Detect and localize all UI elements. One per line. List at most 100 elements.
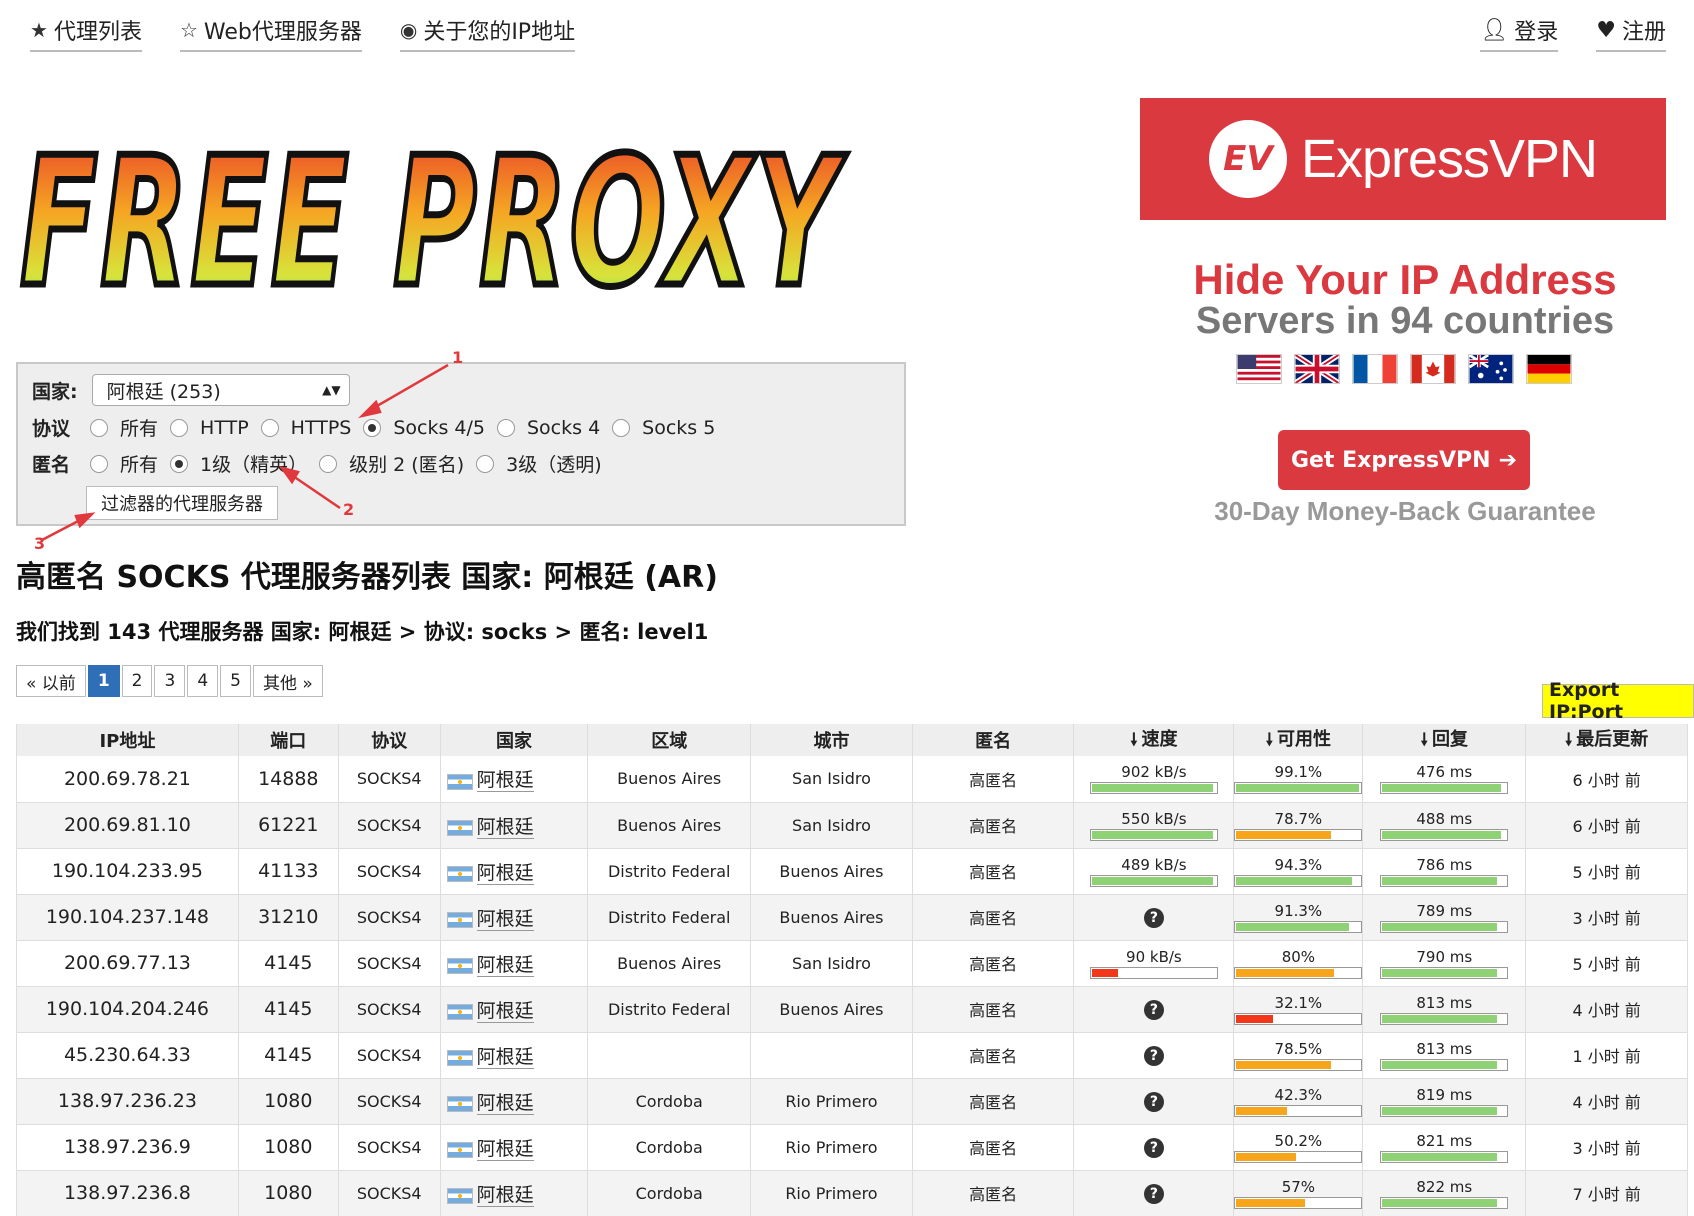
resp-bar xyxy=(1380,1012,1509,1025)
cell-ip[interactable]: 190.104.237.148 xyxy=(16,894,239,941)
cell-country: 阿根廷 xyxy=(439,894,589,941)
protocol-radio-https[interactable] xyxy=(260,418,279,437)
col-city[interactable]: 城市 xyxy=(750,724,913,756)
resp-value: 813 ms xyxy=(1416,993,1473,1012)
protocol-row: 协议 所有 HTTP HTTPS Socks 4/5 Socks 4 Socks… xyxy=(32,414,715,441)
col-last-update-label: 最后更新 xyxy=(1576,728,1649,750)
resp-value: 488 ms xyxy=(1416,809,1473,828)
col-uptime[interactable]: 🠗 可用性 xyxy=(1233,724,1364,756)
cell-ip[interactable]: 138.97.236.8 xyxy=(16,1170,239,1216)
nav-proxy-list[interactable]: ★ 代理列表 xyxy=(30,14,142,52)
cell-port[interactable]: 41133 xyxy=(237,848,339,895)
country-link[interactable]: 阿根廷 xyxy=(476,1137,534,1161)
cell-city: San Isidro xyxy=(750,802,913,849)
cell-ip[interactable]: 45.230.64.33 xyxy=(16,1032,239,1079)
speed-meter: 902 kB/s xyxy=(1074,763,1233,795)
country-link[interactable]: 阿根廷 xyxy=(476,769,534,793)
cell-country: 阿根廷 xyxy=(439,756,589,803)
cell-port[interactable]: 4145 xyxy=(237,986,339,1033)
expressvpn-ad[interactable]: EV ExpressVPN Hide Your IP Address Serve… xyxy=(1100,92,1666,532)
cell-ip[interactable]: 200.69.81.10 xyxy=(16,802,239,849)
uptime-meter: 80% xyxy=(1234,948,1363,979)
cell-ip[interactable]: 200.69.78.21 xyxy=(16,756,239,803)
col-last-update[interactable]: 🠗 最后更新 xyxy=(1525,724,1688,756)
cell-protocol: SOCKS4 xyxy=(337,1032,441,1079)
argentina-flag-icon xyxy=(446,1004,473,1020)
col-port[interactable]: 端口 xyxy=(237,724,339,756)
col-anonymity[interactable]: 匿名 xyxy=(911,724,1075,756)
cell-port[interactable]: 14888 xyxy=(237,756,339,803)
cell-ip[interactable]: 200.69.77.13 xyxy=(16,940,239,987)
nav-register[interactable]: ♥ 注册 xyxy=(1596,14,1666,52)
page-2[interactable]: 2 xyxy=(121,665,153,697)
nav-my-ip[interactable]: ◉ 关于您的IP地址 xyxy=(399,14,576,52)
cell-region: Distrito Federal xyxy=(587,986,752,1033)
cell-ip[interactable]: 190.104.233.95 xyxy=(16,848,239,895)
cell-ip[interactable]: 138.97.236.23 xyxy=(16,1078,239,1125)
cell-port[interactable]: 4145 xyxy=(237,1032,339,1079)
protocol-radio-all[interactable] xyxy=(90,418,109,437)
table-header-row: IP地址 端口 协议 国家 区域 城市 匿名 🠗 速度 🠗 可用性 🠗 回复 🠗 最后更… xyxy=(16,724,1688,756)
anon-radio-all[interactable] xyxy=(90,454,109,473)
anon-radio-level2[interactable] xyxy=(319,454,338,473)
country-select-value: 阿根廷 (253) xyxy=(106,380,221,403)
anon-radio-level3[interactable] xyxy=(476,454,495,473)
resp-bar-fill xyxy=(1382,968,1498,977)
proxy-table: IP地址 端口 协议 国家 区域 城市 匿名 🠗 速度 🠗 可用性 🠗 回复 🠗 最后更… xyxy=(16,724,1688,1216)
col-speed[interactable]: 🠗 速度 xyxy=(1073,724,1235,756)
protocol-radio-socks4[interactable] xyxy=(497,418,515,437)
cell-port[interactable]: 61221 xyxy=(237,802,339,849)
col-ip[interactable]: IP地址 xyxy=(16,724,239,756)
cell-response: 813 ms xyxy=(1362,986,1527,1033)
country-link[interactable]: 阿根廷 xyxy=(476,1091,534,1115)
cell-ip[interactable]: 138.97.236.9 xyxy=(16,1124,239,1171)
page-1[interactable]: 1 xyxy=(87,665,120,697)
col-protocol[interactable]: 协议 xyxy=(337,724,441,756)
get-expressvpn-button[interactable]: Get ExpressVPN ➔ xyxy=(1278,430,1530,490)
resp-meter: 789 ms xyxy=(1363,902,1525,933)
cell-port[interactable]: 4145 xyxy=(237,940,339,987)
country-link[interactable]: 阿根廷 xyxy=(476,907,534,931)
country-select[interactable]: 阿根廷 (253) ▲▼ xyxy=(91,374,350,406)
page-4[interactable]: 4 xyxy=(187,665,219,697)
table-row: 138.97.236.23 1080 SOCKS4 阿根廷 Cordoba Rio Pri… xyxy=(16,1078,1688,1125)
uptime-bar xyxy=(1234,828,1363,841)
page-next[interactable]: 其他 » xyxy=(252,665,323,697)
australia-flag-icon xyxy=(1468,354,1514,384)
export-ip-port-button[interactable]: Export IP:Port xyxy=(1542,679,1694,723)
cell-protocol: SOCKS4 xyxy=(337,848,441,895)
cell-ip[interactable]: 190.104.204.246 xyxy=(16,986,239,1033)
cell-port[interactable]: 31210 xyxy=(237,894,339,941)
resp-value: 790 ms xyxy=(1416,947,1473,966)
country-link[interactable]: 阿根廷 xyxy=(476,815,534,839)
page-3[interactable]: 3 xyxy=(154,665,186,697)
ad-banner[interactable]: EV ExpressVPN xyxy=(1140,98,1666,220)
cell-port[interactable]: 1080 xyxy=(237,1124,339,1171)
cell-protocol: SOCKS4 xyxy=(337,894,441,941)
cell-region: Cordoba xyxy=(587,1170,752,1216)
nav-web-proxy[interactable]: ☆ Web代理服务器 xyxy=(179,14,362,52)
country-link[interactable]: 阿根廷 xyxy=(476,1045,534,1069)
resp-meter: 819 ms xyxy=(1363,1086,1525,1117)
unknown-speed-icon: ? xyxy=(1143,1183,1164,1204)
filter-proxies-button[interactable]: 过滤器的代理服务器 xyxy=(86,486,278,520)
anon-radio-level1[interactable] xyxy=(170,454,189,473)
protocol-radio-http[interactable] xyxy=(170,418,189,437)
cell-port[interactable]: 1080 xyxy=(237,1170,339,1216)
cell-speed: 489 kB/s xyxy=(1073,848,1235,895)
col-response[interactable]: 🠗 回复 xyxy=(1362,724,1527,756)
protocol-radio-socks45[interactable] xyxy=(363,418,382,437)
country-link[interactable]: 阿根廷 xyxy=(476,861,534,885)
col-region[interactable]: 区域 xyxy=(587,724,752,756)
cell-port[interactable]: 1080 xyxy=(237,1078,339,1125)
free-proxy-logo[interactable]: FREE PROXY xyxy=(14,88,854,319)
country-link[interactable]: 阿根廷 xyxy=(476,953,534,977)
country-link[interactable]: 阿根廷 xyxy=(476,999,534,1023)
protocol-radio-socks5[interactable] xyxy=(612,418,631,437)
page-5[interactable]: 5 xyxy=(220,665,251,697)
col-country[interactable]: 国家 xyxy=(439,724,589,756)
page-prev[interactable]: « 以前 xyxy=(16,665,86,697)
country-link[interactable]: 阿根廷 xyxy=(476,1183,534,1207)
cell-anonymity: 高匿名 xyxy=(911,1170,1075,1216)
nav-login[interactable]: 👤︎ 登录 xyxy=(1480,14,1559,52)
